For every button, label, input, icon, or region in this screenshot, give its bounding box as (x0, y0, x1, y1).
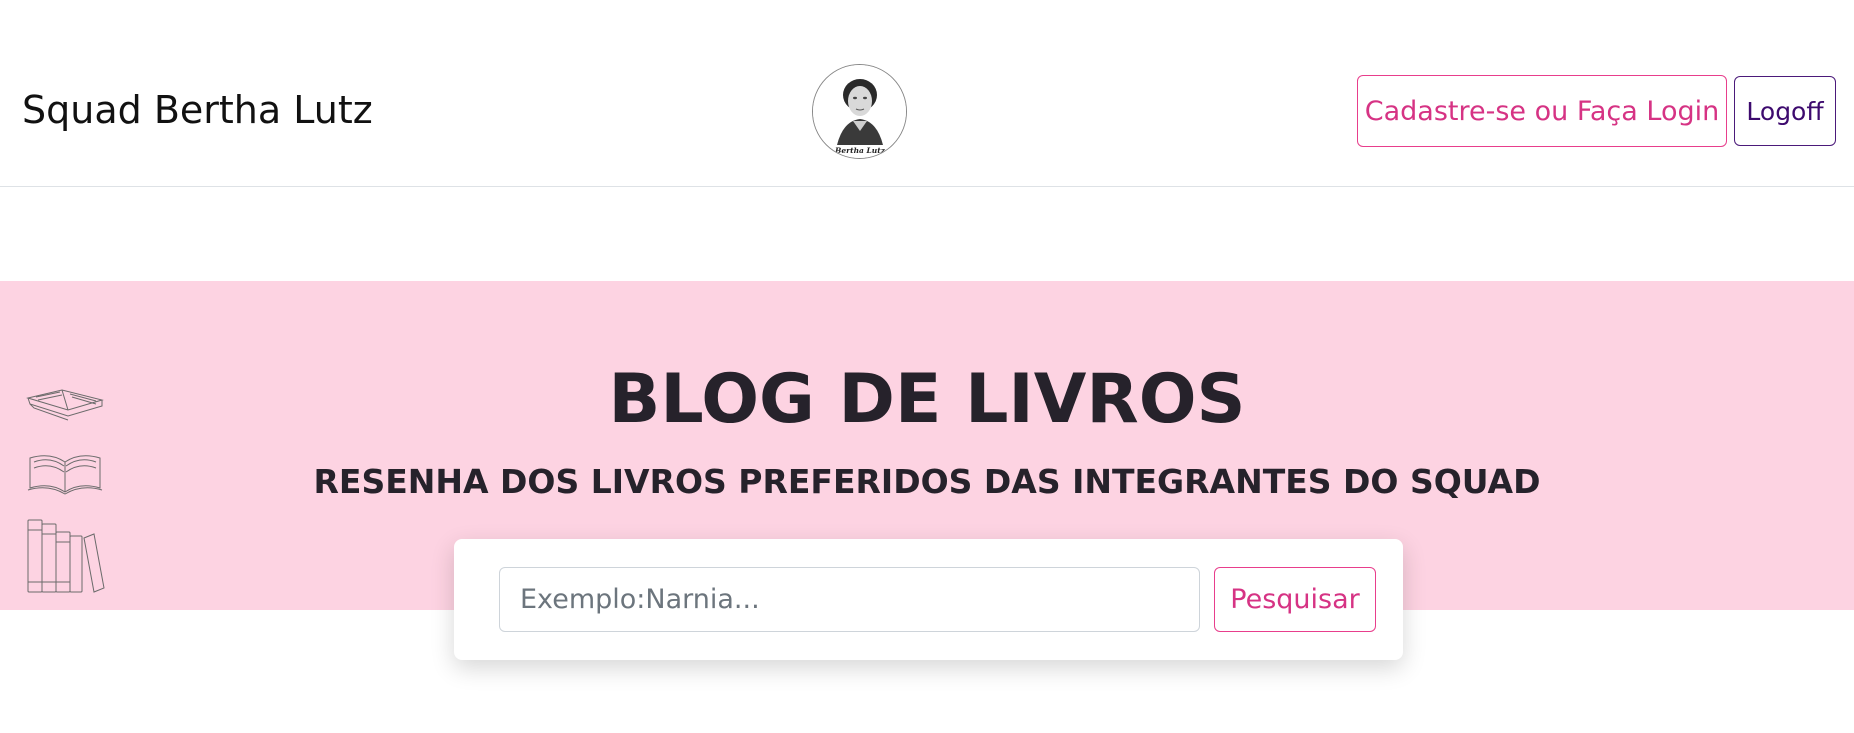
register-login-button[interactable]: Cadastre-se ou Faça Login (1357, 75, 1727, 147)
bertha-lutz-logo[interactable]: Bertha Lutz (812, 64, 907, 159)
logo-caption: Bertha Lutz (834, 146, 886, 155)
navbar: Squad Bertha Lutz Bertha Lutz Cadastre-s… (0, 0, 1854, 187)
search-input[interactable] (499, 567, 1200, 632)
logoff-button[interactable]: Logoff (1734, 76, 1836, 146)
search-button[interactable]: Pesquisar (1214, 567, 1376, 632)
search-card: Pesquisar (454, 539, 1403, 660)
hero-subtitle: RESENHA DOS LIVROS PREFERIDOS DAS INTEGR… (313, 462, 1541, 501)
hero-title: BLOG DE LIVROS (608, 360, 1246, 439)
books-shelf-icon (27, 519, 105, 593)
brand-link[interactable]: Squad Bertha Lutz (22, 88, 373, 132)
